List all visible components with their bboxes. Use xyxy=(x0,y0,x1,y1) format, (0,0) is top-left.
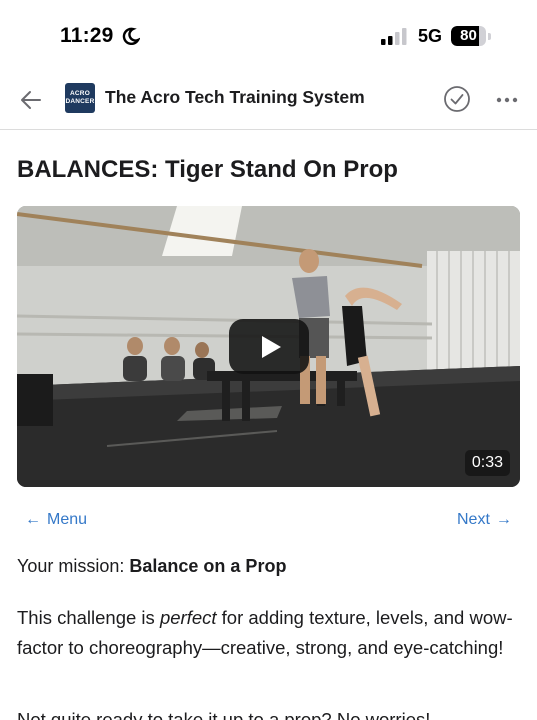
intro-emphasis: perfect xyxy=(159,607,217,628)
video-player[interactable]: 0:33 xyxy=(17,206,520,487)
mission-prefix: Your mission: xyxy=(17,556,130,576)
menu-link[interactable]: ← Menu xyxy=(25,511,87,529)
app-logo: ACRO DANCER xyxy=(65,83,95,113)
play-button[interactable] xyxy=(229,319,309,374)
mission-value: Balance on a Prop xyxy=(129,556,287,576)
arrow-right-icon: → xyxy=(495,511,512,528)
body-paragraph: Not quite ready to take it up to a prop?… xyxy=(17,709,431,720)
battery-level: 80 xyxy=(460,27,477,44)
logo-line-1: ACRO xyxy=(70,90,90,97)
battery-icon: 80 xyxy=(451,26,491,46)
app-header: ACRO DANCER The Acro Tech Training Syste… xyxy=(0,72,537,130)
signal-strength-icon xyxy=(381,28,407,45)
arrow-left-icon: ← xyxy=(25,511,41,528)
lesson-title: BALANCES: Tiger Stand On Prop xyxy=(17,156,398,183)
next-link-label: Next xyxy=(457,511,490,528)
menu-link-label: Menu xyxy=(47,511,88,528)
play-icon xyxy=(262,336,281,358)
back-arrow-icon[interactable] xyxy=(18,87,44,113)
network-type: 5G xyxy=(418,26,443,46)
logo-line-2: DANCER xyxy=(65,98,95,105)
check-circle-icon[interactable] xyxy=(443,85,471,113)
intro-part-1: This challenge is xyxy=(17,607,160,628)
mission-text: Your mission: Balance on a Prop xyxy=(17,556,286,577)
status-time: 11:29 xyxy=(60,24,114,47)
moon-icon xyxy=(122,27,140,45)
status-bar: 11:29 5G 80 xyxy=(0,0,537,72)
next-link[interactable]: Next → xyxy=(457,511,512,529)
app-title: The Acro Tech Training System xyxy=(105,87,365,107)
more-options-icon[interactable] xyxy=(495,88,519,112)
video-duration: 0:33 xyxy=(464,450,510,476)
intro-paragraph: This challenge is perfect for adding tex… xyxy=(17,603,517,663)
